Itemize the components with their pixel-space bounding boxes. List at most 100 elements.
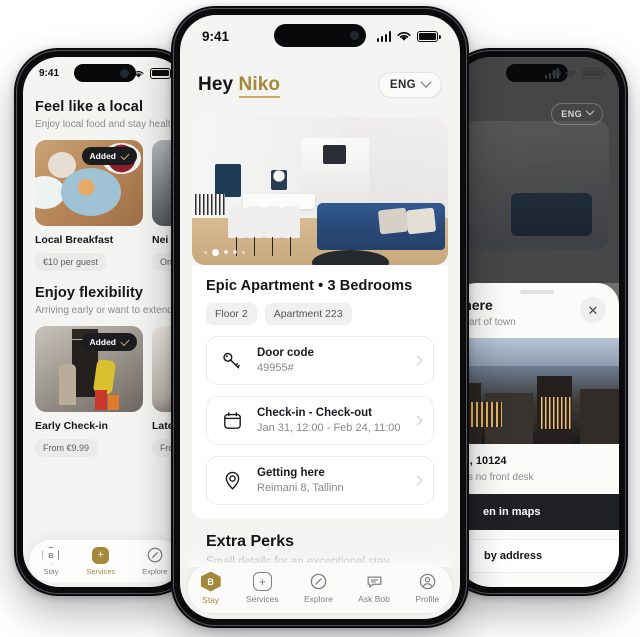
section-sub-local: Enjoy local food and stay healthy — [35, 119, 175, 130]
listing-hero-image[interactable] — [192, 117, 448, 265]
tab-services[interactable]: + Services — [86, 546, 116, 576]
status-icons — [376, 30, 441, 42]
checkin-checkout-row[interactable]: Check-in - Check-out Jan 31, 12:00 - Feb… — [206, 396, 434, 445]
listing-title: Epic Apartment • 3 Bedrooms — [206, 278, 413, 294]
chat-bubble-icon — [367, 576, 381, 588]
left-phone-screen: 9:41 Feel like a local Enjoy local food … — [23, 57, 187, 587]
status-badge: Added — [81, 147, 137, 165]
battery-icon — [150, 67, 174, 79]
carousel-dots[interactable] — [204, 248, 245, 256]
info-value: 49955# — [257, 362, 294, 374]
key-icon — [219, 348, 245, 374]
plus-square-icon: + — [92, 546, 110, 564]
tab-label: Explore — [303, 594, 333, 604]
status-time: 9:41 — [39, 67, 60, 79]
added-label: Added — [89, 337, 116, 347]
close-icon[interactable]: ✕ — [580, 297, 606, 323]
left-phone-mockup: 9:41 Feel like a local Enjoy local food … — [14, 48, 196, 596]
page-title: Hey Niko — [198, 74, 281, 98]
battery-icon — [417, 31, 441, 42]
left-bottom-nav: B Stay + Services Explore — [29, 540, 181, 582]
tab-stay[interactable]: B Stay — [42, 546, 60, 576]
getting-here-row[interactable]: Getting here Reimani 8, Tallinn — [206, 456, 434, 505]
carousel-dot[interactable] — [242, 251, 245, 254]
greeting-prefix: Hey — [198, 74, 239, 95]
tab-explore[interactable]: Explore — [304, 572, 333, 604]
cellular-bars-icon — [376, 31, 391, 42]
section-sub-flex: Arriving early or want to extend — [35, 305, 173, 316]
plus-square-icon: + — [252, 572, 272, 591]
status-badge: Added — [81, 333, 137, 351]
carousel-dot[interactable] — [233, 250, 237, 255]
carousel-dot-active[interactable] — [211, 248, 219, 256]
tab-profile[interactable]: Profile — [415, 572, 439, 604]
card-title: Local Breakfast — [35, 234, 114, 246]
listing-details-card: Epic Apartment • 3 Bedrooms Floor 2 Apar… — [192, 265, 448, 519]
carousel-dot[interactable] — [204, 251, 207, 254]
dynamic-island — [274, 24, 366, 47]
check-icon — [120, 336, 130, 346]
tab-label: Stay — [43, 566, 59, 576]
tab-services[interactable]: + Services — [246, 572, 279, 604]
tab-explore[interactable]: Explore — [142, 546, 168, 576]
cellular-bars-icon — [544, 67, 559, 79]
status-time: 9:41 — [202, 28, 230, 44]
address-text: , Tallinn, 10124 — [455, 455, 507, 467]
main-scroll[interactable]: Epic Apartment • 3 Bedrooms Floor 2 Apar… — [180, 107, 460, 619]
skyline-photo — [455, 338, 619, 444]
door-code-row[interactable]: Door code 49955# — [206, 336, 434, 385]
card-price: €10 per guest — [35, 253, 107, 271]
info-label: Check-in - Check-out — [257, 407, 373, 419]
breakfast-thumbnail[interactable]: Added — [35, 140, 143, 226]
info-label: Door code — [257, 347, 314, 359]
open-in-maps-button[interactable]: en in maps — [455, 494, 619, 530]
tab-label: Services — [246, 594, 279, 604]
tag-apartment: Apartment 223 — [264, 303, 352, 325]
hexagon-b-icon: B — [200, 571, 221, 592]
chevron-down-icon — [420, 76, 432, 88]
section-heading-local: Feel like a local — [35, 99, 144, 115]
language-label: ENG — [561, 109, 582, 119]
chevron-right-icon — [412, 355, 423, 366]
tab-label: Services — [86, 566, 116, 576]
calendar-icon — [219, 408, 245, 434]
street-thumbnail[interactable]: Added — [35, 326, 143, 412]
tab-stay[interactable]: B Stay — [200, 571, 221, 605]
language-selector[interactable]: ENG — [377, 72, 442, 98]
bottom-nav: B Stay + Services Explore Ask Bob Profil… — [188, 547, 452, 613]
listing-tags: Floor 2 Apartment 223 — [206, 303, 434, 325]
status-icons — [544, 67, 606, 79]
sheet-subtitle: coolest part of town — [455, 317, 516, 328]
language-label: ENG — [389, 79, 416, 91]
modal-backdrop — [455, 57, 619, 283]
status-bar: 9:41 — [455, 57, 619, 89]
dynamic-island — [74, 64, 136, 82]
getting-here-sheet: ✕ tting here coolest part of town , Tall… — [455, 283, 619, 587]
app-header: Hey Niko ENG — [180, 61, 460, 109]
food-card-row: Added Local Breakfast €10 per guest Nei … — [35, 140, 187, 271]
mockup-stage: 9:41 Feel like a local Enjoy local food … — [0, 0, 640, 637]
card-price: From €9.99 — [35, 439, 98, 457]
flex-card-row: Added Early Check-in From €9.99 Late Fro… — [35, 326, 187, 457]
wifi-icon — [397, 31, 411, 41]
center-phone-screen: 9:41 Hey Niko ENG Epic Apartment • 3 Bed… — [180, 15, 460, 619]
compass-icon — [147, 547, 163, 563]
tab-label: Stay — [202, 594, 220, 605]
tag-floor: Floor 2 — [206, 303, 257, 325]
chevron-right-icon — [412, 415, 423, 426]
carousel-dot[interactable] — [224, 250, 228, 255]
chevron-down-icon — [585, 106, 595, 116]
list-item[interactable]: Added Local Breakfast €10 per guest — [35, 140, 143, 271]
copy-address-button[interactable]: by address — [455, 539, 619, 573]
guest-name: Niko — [238, 74, 281, 98]
tab-ask-bob[interactable]: Ask Bob — [358, 572, 390, 604]
center-phone-mockup: 9:41 Hey Niko ENG Epic Apartment • 3 Bed… — [171, 6, 469, 628]
compass-icon — [310, 573, 327, 590]
info-value: Jan 31, 12:00 - Feb 24, 11:00 — [257, 422, 401, 434]
language-selector[interactable]: ENG — [551, 103, 603, 125]
list-item[interactable]: Added Early Check-in From €9.99 — [35, 326, 143, 457]
added-label: Added — [89, 151, 116, 161]
sheet-grabber[interactable] — [520, 290, 554, 294]
card-title: Early Check-in — [35, 420, 108, 432]
hexagon-b-icon: B — [42, 546, 60, 564]
